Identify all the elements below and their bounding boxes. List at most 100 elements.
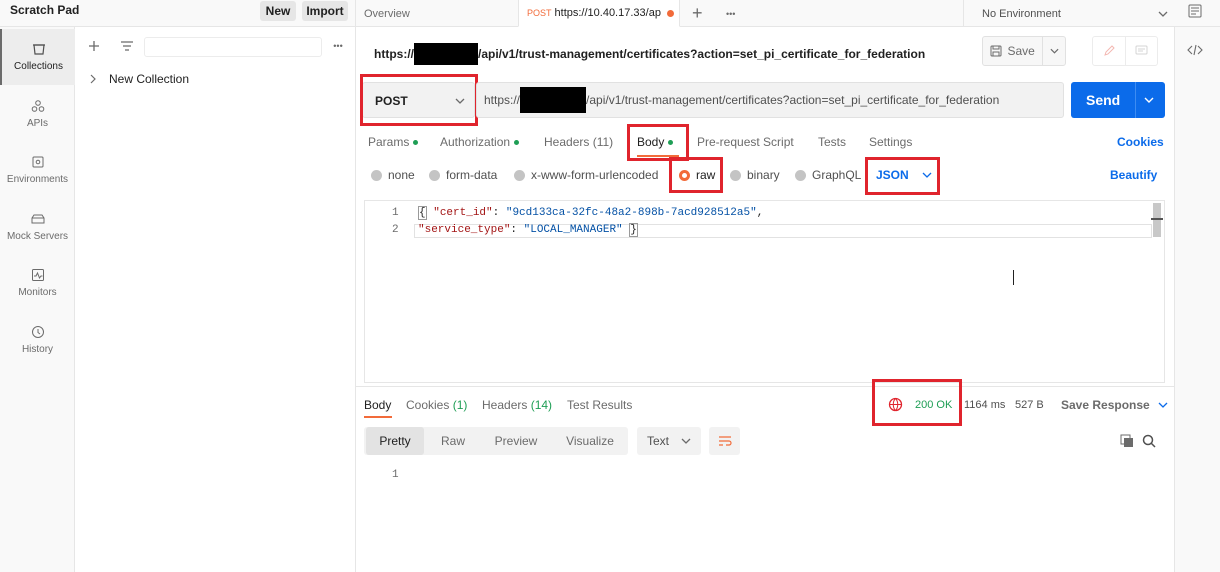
- tab-headers[interactable]: Headers (11): [544, 133, 613, 151]
- sidebar-item-label: Mock Servers: [6, 231, 69, 242]
- code-comma: ,: [756, 207, 764, 219]
- view-preview[interactable]: Preview: [484, 427, 548, 455]
- brace-open: {: [418, 206, 427, 220]
- sidebar-item-monitors[interactable]: Monitors: [0, 255, 75, 311]
- tab-active-request[interactable]: POST https://10.40.17.33/ap: [518, 0, 680, 27]
- line-number: 1: [392, 207, 399, 219]
- sidebar-item-apis[interactable]: APIs: [0, 86, 75, 142]
- collections-icon: [32, 44, 45, 55]
- url-input[interactable]: https:// /api/v1/trust-management/certif…: [476, 82, 1064, 118]
- radio-none[interactable]: none: [371, 166, 415, 184]
- sidebar-item-label: Environments: [6, 174, 69, 185]
- body-tab-highlight: [627, 124, 689, 161]
- beautify-link[interactable]: Beautify: [1110, 166, 1157, 184]
- response-time[interactable]: 1164 ms: [964, 396, 1005, 414]
- tab-tests-label: Tests: [818, 135, 847, 149]
- response-size[interactable]: 527 B: [1015, 396, 1044, 414]
- sidebar-item-mock-servers[interactable]: Mock Servers: [0, 199, 75, 255]
- tab-method-label: POST: [527, 8, 552, 18]
- radio-form-data[interactable]: form-data: [429, 166, 497, 184]
- add-tab-button[interactable]: +: [692, 0, 708, 27]
- status-dot-icon: [413, 139, 419, 145]
- response-tab-body[interactable]: Body: [364, 396, 391, 414]
- sidebar-item-label: History: [21, 344, 54, 355]
- new-button[interactable]: New: [260, 1, 296, 21]
- radio-icon: [795, 169, 806, 181]
- cookies-link[interactable]: Cookies: [1117, 133, 1164, 151]
- chevron-down-icon: [1050, 48, 1059, 54]
- status-highlight: [872, 379, 962, 426]
- tab-params[interactable]: Params: [368, 133, 419, 151]
- line-number: 2: [392, 224, 399, 236]
- method-highlight: [360, 74, 478, 126]
- tab-overview-label: Overview: [364, 7, 410, 20]
- save-button-group: Save: [982, 36, 1066, 66]
- code-line-1: { "cert_id": "9cd133ca-32fc-48a2-898b-7a…: [418, 206, 764, 220]
- send-label: Send: [1086, 92, 1121, 108]
- request-title-path: /api/v1/trust-management/certificates?ac…: [478, 47, 926, 61]
- comments-icon[interactable]: [1125, 37, 1157, 65]
- chevron-down-icon[interactable]: [1144, 97, 1154, 103]
- wrap-lines-icon[interactable]: [709, 427, 740, 455]
- view-pretty[interactable]: Pretty: [366, 427, 424, 455]
- tab-pre-request-script[interactable]: Pre-request Script: [697, 133, 794, 151]
- tabbar-divider: [963, 0, 964, 27]
- tab-tests[interactable]: Tests: [818, 133, 846, 151]
- collection-item[interactable]: New Collection: [88, 70, 189, 88]
- save-options-button[interactable]: [1042, 37, 1065, 65]
- sidebar-item-collections[interactable]: Collections: [0, 29, 75, 85]
- sidebar-item-environments[interactable]: Environments: [0, 142, 75, 198]
- edit-icon[interactable]: [1093, 37, 1125, 65]
- response-tab-test-results[interactable]: Test Results: [567, 396, 632, 414]
- copy-icon[interactable]: [1119, 433, 1135, 449]
- workspace-name[interactable]: Scratch Pad: [10, 3, 79, 17]
- search-icon[interactable]: [1141, 433, 1157, 449]
- editor-scrollbar[interactable]: [1153, 203, 1161, 237]
- sidebar-item-label: Collections: [14, 61, 63, 72]
- response-tab-headers-label: Headers: [482, 398, 528, 412]
- radio-icon: [371, 169, 382, 181]
- tab-authorization[interactable]: Authorization: [440, 133, 520, 151]
- code-colon: :: [492, 207, 506, 219]
- url-prefix: https://: [484, 93, 521, 107]
- response-tab-headers[interactable]: Headers (14): [482, 396, 552, 414]
- tab-settings-label: Settings: [869, 135, 913, 149]
- environments-icon: [32, 156, 43, 168]
- radio-none-label: none: [388, 168, 415, 182]
- url-path: /api/v1/trust-management/certificates?ac…: [586, 93, 1000, 107]
- filter-icon[interactable]: [118, 38, 136, 54]
- collections-panel: [75, 27, 356, 572]
- code-snippet-icon[interactable]: [1186, 42, 1204, 58]
- sidebar-item-history[interactable]: History: [0, 312, 75, 368]
- send-divider: [1135, 82, 1136, 118]
- panel-more-button[interactable]: •••: [330, 38, 346, 54]
- import-button[interactable]: Import: [302, 1, 348, 21]
- history-icon: [31, 326, 44, 338]
- response-tab-cookies-label: Cookies: [406, 398, 450, 412]
- response-view-switcher: Pretty Raw Preview Visualize: [364, 427, 628, 455]
- view-visualize[interactable]: Visualize: [554, 427, 626, 455]
- monitors-icon: [31, 269, 44, 281]
- radio-binary[interactable]: binary: [730, 166, 780, 184]
- save-button[interactable]: Save: [983, 37, 1042, 65]
- environment-select[interactable]: No Environment: [982, 0, 1168, 27]
- add-collection-icon[interactable]: [86, 38, 102, 54]
- code-line-2: "service_type": "LOCAL_MANAGER" }: [418, 223, 638, 237]
- collection-search-input[interactable]: [144, 37, 322, 57]
- view-raw[interactable]: Raw: [426, 427, 480, 455]
- send-button[interactable]: Send: [1071, 82, 1165, 118]
- radio-urlencoded[interactable]: x-www-form-urlencoded: [514, 166, 658, 184]
- radio-form-data-label: form-data: [446, 168, 498, 182]
- environment-quick-look-icon[interactable]: [1186, 2, 1204, 20]
- tab-more-button[interactable]: •••: [726, 0, 742, 27]
- tab-settings[interactable]: Settings: [869, 133, 912, 151]
- save-response-button[interactable]: Save Response: [1061, 396, 1168, 414]
- tab-overview[interactable]: Overview: [364, 0, 514, 27]
- status-dot-icon: [514, 139, 520, 145]
- radio-graphql[interactable]: GraphQL: [795, 166, 861, 184]
- json-highlight: [865, 157, 940, 195]
- response-format-select[interactable]: Text: [637, 427, 701, 455]
- response-tab-test-results-label: Test Results: [567, 398, 633, 412]
- response-tab-cookies[interactable]: Cookies (1): [406, 396, 467, 414]
- mock-servers-icon: [31, 214, 44, 224]
